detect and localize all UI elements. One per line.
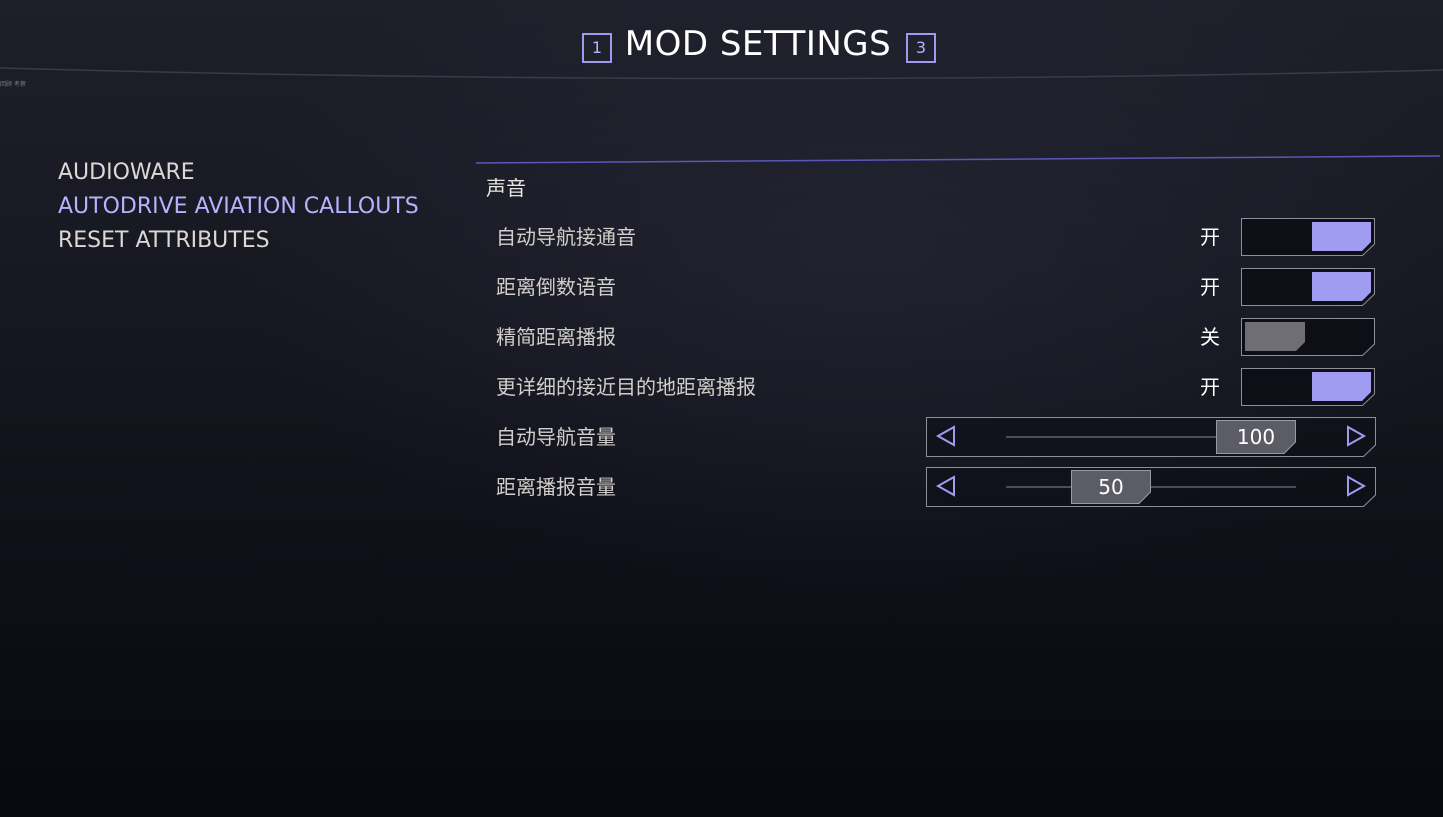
slider-value: 50 <box>1098 475 1124 499</box>
slider-value: 100 <box>1236 425 1276 449</box>
page-title: MOD SETTINGS <box>624 24 892 64</box>
setting-label: 距离倒数语音 <box>496 275 616 299</box>
slider-thumb[interactable]: 100 <box>1216 420 1296 454</box>
settings-panel: 声音 自动导航接通音 开 距离倒数语音 开 精简距离播报 关 更详细的接近目的地… <box>476 150 1440 520</box>
mod-list-item-autodrive-aviation-callouts[interactable]: AUTODRIVE AVIATION CALLOUTS <box>58 190 458 224</box>
toggle-switch[interactable] <box>1241 318 1375 356</box>
setting-label: 精简距离播报 <box>496 325 616 349</box>
triangle-left-icon[interactable] <box>934 474 958 498</box>
setting-label: 距离播报音量 <box>496 475 616 499</box>
triangle-left-icon[interactable] <box>934 424 958 448</box>
setting-label: 自动导航接通音 <box>496 225 636 249</box>
section-title: 声音 <box>486 176 526 200</box>
setting-label: 自动导航音量 <box>496 425 616 449</box>
panel-divider <box>476 155 1440 164</box>
toggle-switch[interactable] <box>1241 268 1375 306</box>
setting-row: 精简距离播报 关 <box>496 317 1376 357</box>
slider-track[interactable] <box>1006 486 1296 488</box>
setting-label: 更详细的接近目的地距离播报 <box>496 375 756 399</box>
toggle-switch[interactable] <box>1241 368 1375 406</box>
toggle-state-label: 开 <box>1200 375 1220 399</box>
volume-slider[interactable]: 50 <box>926 467 1376 507</box>
corner-tag: 回顾 考察 <box>0 81 26 88</box>
triangle-right-icon[interactable] <box>1344 424 1368 448</box>
toggle-state-label: 开 <box>1200 225 1220 249</box>
setting-row: 更详细的接近目的地距离播报 开 <box>496 367 1376 407</box>
prev-page-key-hint[interactable]: 1 <box>582 33 612 63</box>
setting-row: 自动导航音量 100 <box>496 417 1376 457</box>
setting-row: 距离倒数语音 开 <box>496 267 1376 307</box>
toggle-knob-on <box>1312 272 1371 301</box>
toggle-switch[interactable] <box>1241 218 1375 256</box>
volume-slider[interactable]: 100 <box>926 417 1376 457</box>
next-page-key-hint[interactable]: 3 <box>906 33 936 63</box>
triangle-right-icon[interactable] <box>1344 474 1368 498</box>
toggle-knob-on <box>1312 222 1371 251</box>
mod-list-item-reset-attributes[interactable]: RESET ATTRIBUTES <box>58 224 458 258</box>
setting-row: 自动导航接通音 开 <box>496 217 1376 257</box>
toggle-knob-on <box>1312 372 1371 401</box>
slider-thumb[interactable]: 50 <box>1071 470 1151 504</box>
mod-list-item-audioware[interactable]: AUDIOWARE <box>58 156 458 190</box>
mod-list: AUDIOWARE AUTODRIVE AVIATION CALLOUTS RE… <box>58 156 458 258</box>
toggle-knob-off <box>1245 322 1305 351</box>
setting-row: 距离播报音量 50 <box>496 467 1376 507</box>
toggle-state-label: 关 <box>1200 325 1220 349</box>
toggle-state-label: 开 <box>1200 275 1220 299</box>
header: 1 MOD SETTINGS 3 回顾 考察 <box>0 0 1443 90</box>
